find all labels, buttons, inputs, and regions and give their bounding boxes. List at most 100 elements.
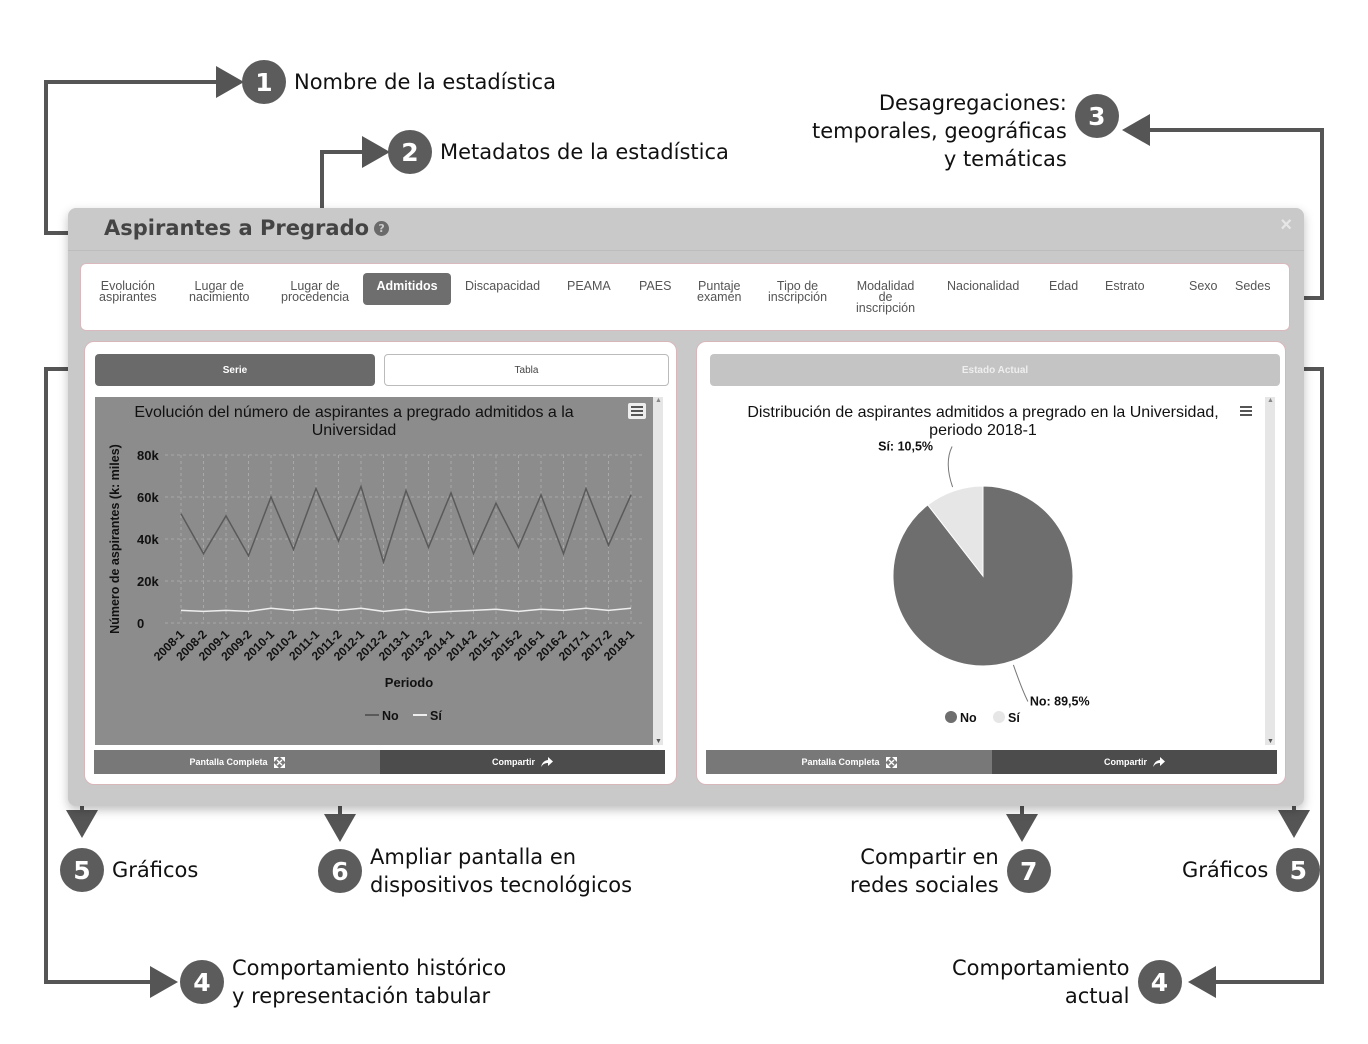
x-axis-label: Periodo bbox=[385, 675, 433, 690]
chart-title-line: Distribución de aspirantes admitidos a p… bbox=[747, 404, 1218, 421]
hamburger-menu-icon[interactable] bbox=[1240, 406, 1252, 416]
callout-label: Nombre de la estadística bbox=[294, 70, 556, 94]
legend-symbol bbox=[945, 711, 957, 723]
legend-label: Sí bbox=[430, 709, 442, 723]
right-action-bar: Pantalla Completa Compartir bbox=[706, 750, 1277, 774]
callout-label: Compartir en redes sociales bbox=[850, 845, 999, 897]
callout-statistic-name: 1 Nombre de la estadística bbox=[242, 60, 556, 104]
statistics-panel: Aspirantes a Pregrado ? × Evolución aspir… bbox=[68, 208, 1304, 806]
callout-number-badge: 2 bbox=[388, 130, 432, 174]
legend-label: Sí bbox=[1008, 711, 1020, 725]
y-axis-label: Número de aspirantes (k: miles) bbox=[108, 444, 122, 634]
callout-number-badge: 6 bbox=[318, 849, 362, 893]
tab-sedes[interactable]: Sedes bbox=[1229, 273, 1276, 293]
share-button[interactable]: Compartir bbox=[380, 750, 665, 774]
data-label-connector bbox=[947, 446, 954, 488]
fullscreen-button-label: Pantalla Completa bbox=[801, 757, 880, 767]
left-action-bar: Pantalla Completa Compartir bbox=[94, 750, 665, 774]
menu-icon-bar bbox=[631, 410, 643, 412]
chart-background bbox=[95, 397, 653, 745]
callout-number-badge: 5 bbox=[1276, 848, 1321, 892]
panel-title-text: Aspirantes a Pregrado bbox=[104, 216, 370, 240]
help-icon[interactable]: ? bbox=[374, 220, 390, 236]
scroll-up-icon[interactable]: ▲ bbox=[1267, 397, 1274, 404]
chart-scrollbar[interactable]: ▲ ▼ bbox=[1265, 397, 1275, 745]
serie-button[interactable]: Serie bbox=[95, 354, 375, 386]
callout-number-badge: 4 bbox=[180, 960, 224, 1004]
fullscreen-button[interactable]: Pantalla Completa bbox=[706, 750, 992, 774]
legend-symbol bbox=[993, 711, 1005, 723]
fullscreen-button[interactable]: Pantalla Completa bbox=[94, 750, 380, 774]
callout-label: Gráficos bbox=[1182, 858, 1269, 882]
menu-icon-bar bbox=[631, 414, 643, 416]
tab-estrato[interactable]: Estrato bbox=[1099, 273, 1151, 293]
estado-actual-button[interactable]: Estado Actual bbox=[710, 354, 1280, 386]
disaggregation-tabs: Evolución aspirantes Lugar de nacimiento L… bbox=[80, 263, 1290, 331]
callout-current-behavior: Comportamiento actual 4 bbox=[952, 954, 1182, 1010]
tab-modalidad-inscripcion[interactable]: Modalidad de inscripción bbox=[850, 273, 921, 315]
callout-disaggregations: Desagregaciones: temporales, geográficas… bbox=[812, 89, 1119, 173]
callout-metadata: 2 Metadatos de la estadística bbox=[388, 130, 729, 174]
scroll-down-icon[interactable]: ▼ bbox=[1267, 738, 1274, 745]
line-chart: Evolución del número de aspirantes a pre… bbox=[95, 397, 653, 745]
panel-title: Aspirantes a Pregrado ? bbox=[104, 216, 390, 240]
scroll-up-icon[interactable]: ▲ bbox=[655, 397, 662, 404]
fullscreen-icon bbox=[885, 756, 897, 768]
current-state-card: Estado Actual Distribución de aspirantes… bbox=[696, 341, 1286, 785]
callout-number-badge: 5 bbox=[60, 848, 104, 892]
menu-icon-bar bbox=[631, 406, 643, 408]
callout-charts-right: Gráficos 5 bbox=[1182, 848, 1321, 892]
tab-peama[interactable]: PEAMA bbox=[561, 273, 617, 293]
tab-paes[interactable]: PAES bbox=[633, 273, 677, 293]
tab-puntaje-examen[interactable]: Puntaje examen bbox=[691, 273, 747, 304]
callout-number-badge: 3 bbox=[1074, 94, 1119, 138]
tab-lugar-nacimiento[interactable]: Lugar de nacimiento bbox=[183, 273, 255, 304]
callout-label: Gráficos bbox=[112, 858, 199, 882]
y-tick-label: 0 bbox=[137, 616, 144, 631]
menu-icon-bar bbox=[1240, 410, 1252, 412]
chart-scrollbar[interactable]: ▲ ▼ bbox=[653, 397, 663, 745]
scroll-down-icon[interactable]: ▼ bbox=[655, 738, 662, 745]
menu-icon-bar bbox=[1240, 414, 1252, 416]
hamburger-menu-icon[interactable] bbox=[628, 403, 646, 419]
callout-label: Metadatos de la estadística bbox=[440, 140, 729, 164]
chart-title-line: Evolución del número de aspirantes a pre… bbox=[134, 404, 573, 421]
tab-evolucion-aspirantes[interactable]: Evolución aspirantes bbox=[93, 273, 163, 304]
callout-share: Compartir en redes sociales 7 bbox=[850, 843, 1051, 899]
tab-admitidos[interactable]: Admitidos bbox=[363, 273, 451, 305]
close-icon[interactable]: × bbox=[1280, 214, 1292, 237]
tab-nacionalidad[interactable]: Nacionalidad bbox=[941, 273, 1025, 293]
callout-number-badge: 1 bbox=[242, 60, 286, 104]
legend-label: No bbox=[382, 709, 399, 723]
historical-card: Serie Tabla Evolución del número de aspi… bbox=[84, 341, 677, 785]
data-label: Sí: 10,5% bbox=[878, 439, 933, 453]
tab-discapacidad[interactable]: Discapacidad bbox=[459, 273, 546, 293]
callout-number-badge: 7 bbox=[1006, 849, 1051, 893]
y-tick-label: 60k bbox=[137, 490, 159, 505]
share-button-label: Compartir bbox=[491, 757, 535, 767]
tab-sexo[interactable]: Sexo bbox=[1183, 273, 1224, 293]
data-label: No: 89,5% bbox=[1030, 695, 1090, 709]
callout-label: Comportamiento histórico y representació… bbox=[232, 956, 507, 1008]
callout-fullscreen: 6 Ampliar pantalla en dispositivos tecno… bbox=[318, 843, 632, 899]
share-button-label: Compartir bbox=[1103, 757, 1147, 767]
callout-label: Comportamiento actual bbox=[952, 956, 1130, 1008]
callout-label: Desagregaciones: temporales, geográficas… bbox=[812, 91, 1067, 171]
y-tick-label: 20k bbox=[137, 574, 159, 589]
tab-edad[interactable]: Edad bbox=[1043, 273, 1084, 293]
title-divider bbox=[68, 250, 1304, 251]
chart-title-line: periodo 2018-1 bbox=[929, 422, 1037, 439]
pie-chart: Distribución de aspirantes admitidos a p… bbox=[747, 404, 1252, 725]
share-button[interactable]: Compartir bbox=[992, 750, 1277, 774]
tab-lugar-procedencia[interactable]: Lugar de procedencia bbox=[275, 273, 355, 304]
fullscreen-icon bbox=[273, 756, 285, 768]
tab-tipo-inscripcion[interactable]: Tipo de inscripción bbox=[762, 273, 833, 304]
fullscreen-button-label: Pantalla Completa bbox=[189, 757, 268, 767]
callout-charts-left: 5 Gráficos bbox=[60, 848, 198, 892]
y-tick-label: 80k bbox=[137, 448, 159, 463]
share-arrow-icon bbox=[541, 757, 553, 767]
tabla-button[interactable]: Tabla bbox=[384, 354, 669, 386]
share-arrow-icon bbox=[1153, 757, 1165, 767]
callout-number-badge: 4 bbox=[1137, 960, 1182, 1004]
legend-label: No bbox=[960, 711, 977, 725]
